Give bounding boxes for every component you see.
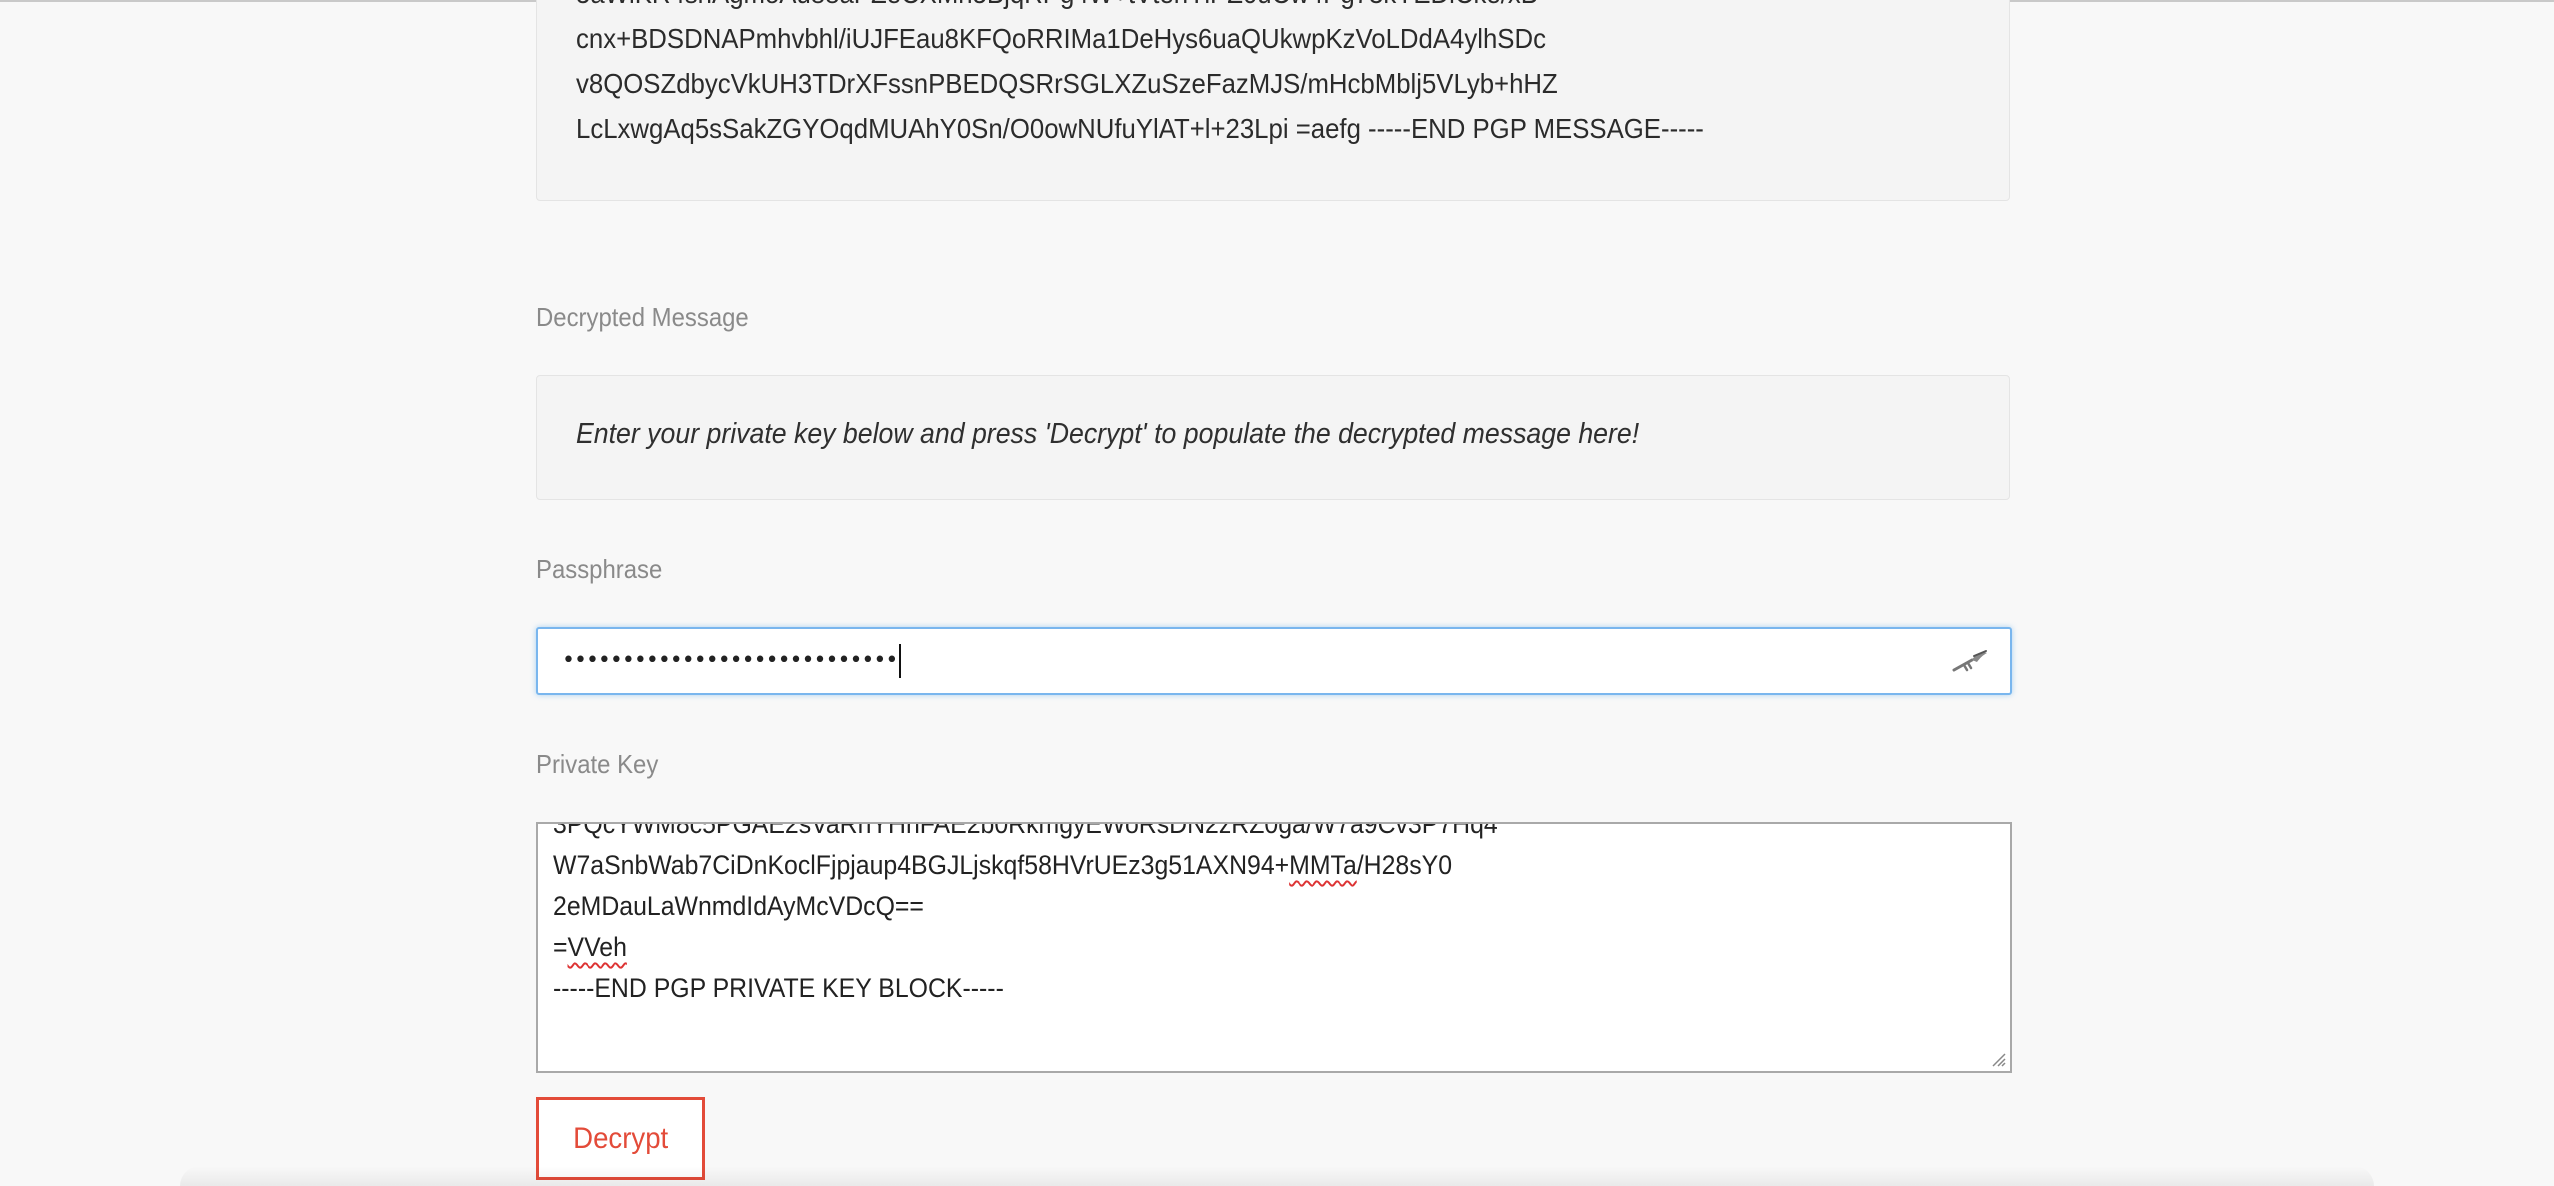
- private-key-textarea[interactable]: 3PQcYWM8c5PGAE2sVaRnYHnFAE2b0RkmgyEWoRsD…: [536, 822, 2012, 1073]
- private-key-line: W7aSnbWab7CiDnKoclFjpjaup4BGJLjskqf58HVr…: [553, 845, 1498, 886]
- private-key-line: =VVeh: [553, 927, 1498, 968]
- misspelled-word: MMTa: [1289, 850, 1357, 880]
- encrypted-message-lines: 5aWiKR4snAgmoAu88aPZeCXMn5BjqRPg4W+tVten…: [576, 0, 1704, 151]
- private-key-line: 2eMDauLaWnmdIdAyMcVDcQ==: [553, 891, 924, 921]
- encrypted-line: LcLxwgAq5sSakZGYOqdMUAhY0Sn/O0owNUfuYlAT…: [576, 113, 1704, 144]
- decrypted-message-placeholder: Enter your private key below and press '…: [576, 418, 1640, 450]
- decrypted-message-label: Decrypted Message: [536, 302, 749, 332]
- misspelled-word: VVeh: [567, 932, 627, 962]
- private-key-lines: 3PQcYWM8c5PGAE2sVaRnYHnFAE2b0RkmgyEWoRsD…: [553, 822, 1498, 1009]
- encrypted-line: 5aWiKR4snAgmoAu88aPZeCXMn5BjqRPg4W+tVten…: [576, 0, 1704, 16]
- private-key-text: =: [553, 932, 568, 962]
- private-key-line: 3PQcYWM8c5PGAE2sVaRnYHnFAE2b0RkmgyEWoRsD…: [553, 822, 1498, 839]
- passphrase-dots-text: ••••••••••••••••••••••••••••: [562, 648, 898, 673]
- passphrase-input[interactable]: ••••••••••••••••••••••••••••: [536, 627, 2012, 695]
- decrypted-message-box: Enter your private key below and press '…: [536, 375, 2010, 500]
- bottom-shadow: [180, 1166, 2374, 1186]
- key-icon[interactable]: [1950, 643, 1990, 679]
- decrypt-button-label: Decrypt: [572, 1121, 669, 1155]
- encrypted-line: cnx+BDSDNAPmhvbhl/iUJFEau8KFQoRRIMa1DeHy…: [576, 23, 1546, 54]
- encrypted-line: v8QOSZdbycVkUH3TDrXFssnPBEDQSRrSGLXZuSze…: [576, 68, 1558, 99]
- encrypted-message-box: 5aWiKR4snAgmoAu88aPZeCXMn5BjqRPg4W+tVten…: [536, 0, 2010, 201]
- passphrase-label: Passphrase: [536, 554, 663, 584]
- private-key-text: /H28sY0: [1356, 850, 1453, 880]
- private-key-text: W7aSnbWab7CiDnKoclFjpjaup4BGJLjskqf58HVr…: [553, 850, 1290, 880]
- decrypt-page: 5aWiKR4snAgmoAu88aPZeCXMn5BjqRPg4W+tVten…: [0, 0, 2554, 1186]
- passphrase-masked-value[interactable]: ••••••••••••••••••••••••••••: [562, 643, 902, 679]
- resize-handle-icon[interactable]: [1988, 1049, 2006, 1067]
- text-caret: [899, 644, 902, 678]
- private-key-label: Private Key: [536, 749, 659, 779]
- private-key-line: -----END PGP PRIVATE KEY BLOCK-----: [553, 973, 1004, 1003]
